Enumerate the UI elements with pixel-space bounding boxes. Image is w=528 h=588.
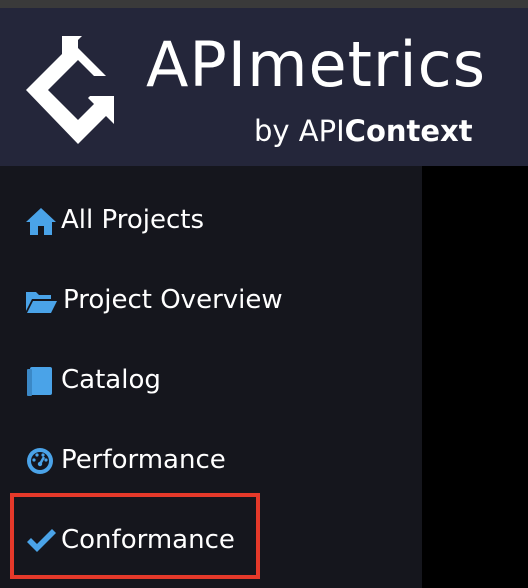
book-icon — [27, 367, 52, 396]
window-top-bar — [0, 0, 528, 8]
sidebar-item-all-projects[interactable]: All Projects — [0, 182, 422, 262]
sidebar-item-label: Project Overview — [63, 285, 283, 315]
dashboard-gauge-icon — [27, 448, 53, 474]
brand-subtitle: by APIContext — [254, 113, 473, 149]
brand-title: APImetrics — [146, 28, 487, 101]
folder-open-icon — [26, 292, 57, 313]
sidebar-item-label: All Projects — [61, 205, 204, 235]
sidebar-item-project-overview[interactable]: Project Overview — [0, 262, 422, 342]
brand-context: Context — [344, 114, 473, 148]
brand-by: by API — [254, 114, 345, 148]
main-content-area — [422, 166, 528, 588]
sidebar-item-label: Catalog — [61, 365, 161, 395]
apimetrics-logo-icon — [26, 36, 114, 144]
sidebar-item-performance[interactable]: Performance — [0, 422, 422, 502]
conformance-highlight-box — [10, 493, 260, 579]
sidebar-item-label: Performance — [61, 445, 226, 475]
app-header: APImetrics by APIContext — [0, 8, 528, 166]
sidebar-item-catalog[interactable]: Catalog — [0, 342, 422, 422]
home-icon — [26, 208, 56, 235]
